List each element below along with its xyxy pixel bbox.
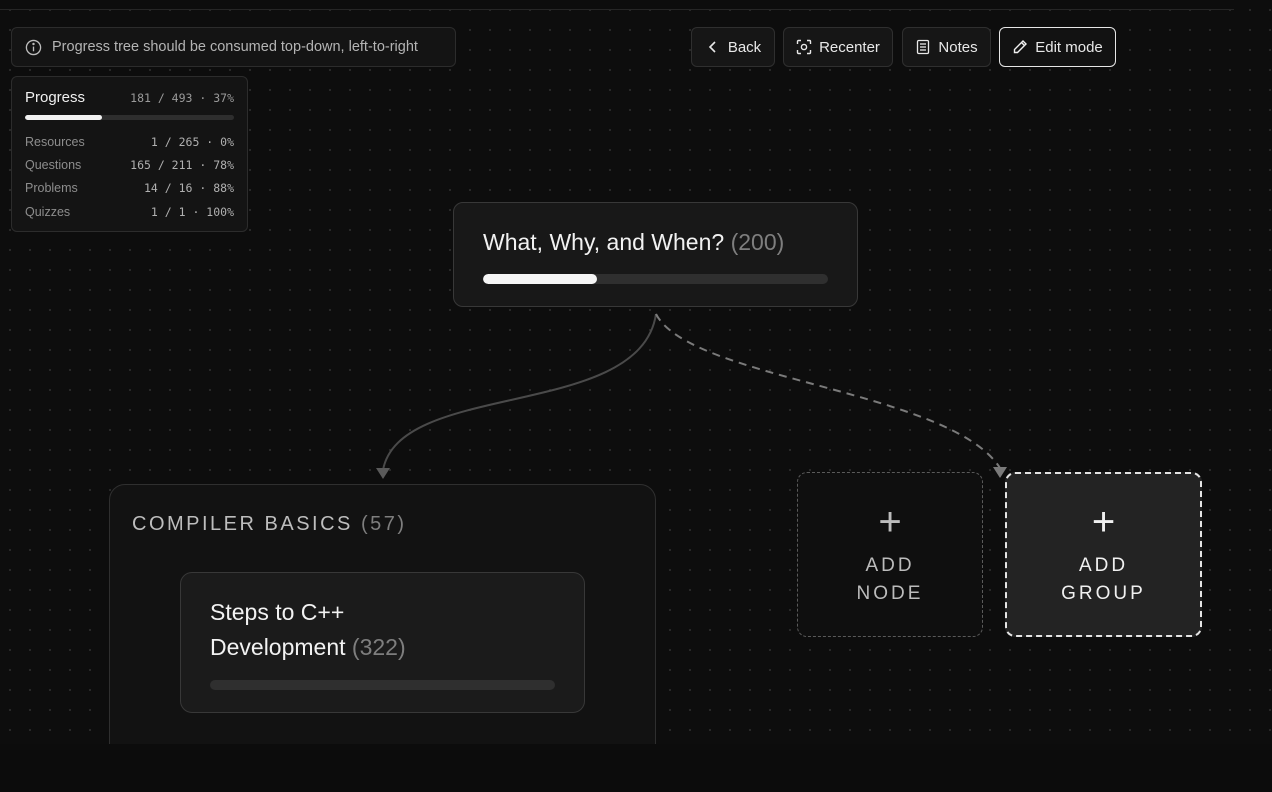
progress-header: Progress 181 / 493 · 37% xyxy=(25,89,234,106)
back-button[interactable]: Back xyxy=(691,27,775,67)
node-title: Steps to C++ Development (322) xyxy=(210,599,406,660)
back-label: Back xyxy=(727,38,762,56)
progress-row-resources: Resources 1 / 265 · 0% xyxy=(25,130,234,153)
progress-bar xyxy=(25,115,234,120)
plus-icon: + xyxy=(878,499,902,544)
chevron-left-icon xyxy=(708,41,716,53)
progress-row-value: 165 / 211 · 78% xyxy=(130,157,234,172)
info-banner: Progress tree should be consumed top-dow… xyxy=(11,27,456,67)
node-progress-fill xyxy=(483,274,597,284)
pencil-icon xyxy=(1014,40,1028,54)
progress-row-value: 14 / 16 · 88% xyxy=(143,181,234,196)
edge-arrow-add-group xyxy=(993,467,1007,478)
progress-row-label: Quizzes xyxy=(25,204,71,219)
add-group-button[interactable]: + ADD GROUP xyxy=(1005,472,1202,637)
node-title: What, Why, and When? (200) xyxy=(483,229,785,255)
recenter-label: Recenter xyxy=(819,38,880,56)
progress-bar-fill xyxy=(25,115,103,120)
top-divider xyxy=(0,9,1234,10)
edge-arrow-group xyxy=(376,468,390,479)
recenter-button[interactable]: Recenter xyxy=(783,27,893,67)
edge-root-to-add-group xyxy=(655,313,1001,469)
progress-row-label: Questions xyxy=(25,157,82,172)
notes-icon xyxy=(917,39,930,55)
node-progress-bar xyxy=(210,680,555,690)
plus-icon: + xyxy=(1091,499,1116,544)
node-steps-to-cpp-development[interactable]: Steps to C++ Development (322) xyxy=(180,572,585,713)
progress-title: Progress xyxy=(25,89,86,106)
info-banner-text: Progress tree should be consumed top-dow… xyxy=(52,39,418,55)
node-progress-bar xyxy=(483,274,828,284)
progress-row-label: Problems xyxy=(25,181,78,196)
edit-mode-label: Edit mode xyxy=(1035,38,1103,56)
notes-label: Notes xyxy=(938,38,978,56)
progress-row-quizzes: Quizzes 1 / 1 · 100% xyxy=(25,200,234,223)
progress-row-questions: Questions 165 / 211 · 78% xyxy=(25,153,234,176)
progress-row-value: 1 / 265 · 0% xyxy=(150,134,234,149)
progress-rows: Resources 1 / 265 · 0% Questions 165 / 2… xyxy=(25,130,234,223)
progress-row-label: Resources xyxy=(25,134,85,149)
progress-row-problems: Problems 14 / 16 · 88% xyxy=(25,177,234,200)
progress-panel: Progress 181 / 493 · 37% Resources 1 / 2… xyxy=(11,76,248,232)
notes-button[interactable]: Notes xyxy=(902,27,991,67)
add-node-label: ADD NODE xyxy=(856,554,924,604)
node-what-why-when[interactable]: What, Why, and When? (200) xyxy=(453,202,858,307)
progress-row-value: 1 / 1 · 100% xyxy=(150,204,234,219)
group-title: COMPILER BASICS (57) xyxy=(132,513,407,535)
info-circle-icon xyxy=(25,39,42,55)
add-group-label: ADD GROUP xyxy=(1061,554,1146,604)
edge-root-to-group xyxy=(382,313,657,471)
recenter-icon xyxy=(796,39,812,55)
edit-mode-button[interactable]: Edit mode xyxy=(999,27,1116,67)
add-node-button[interactable]: + ADD NODE xyxy=(797,472,983,637)
progress-summary: 181 / 493 · 37% xyxy=(130,91,234,105)
